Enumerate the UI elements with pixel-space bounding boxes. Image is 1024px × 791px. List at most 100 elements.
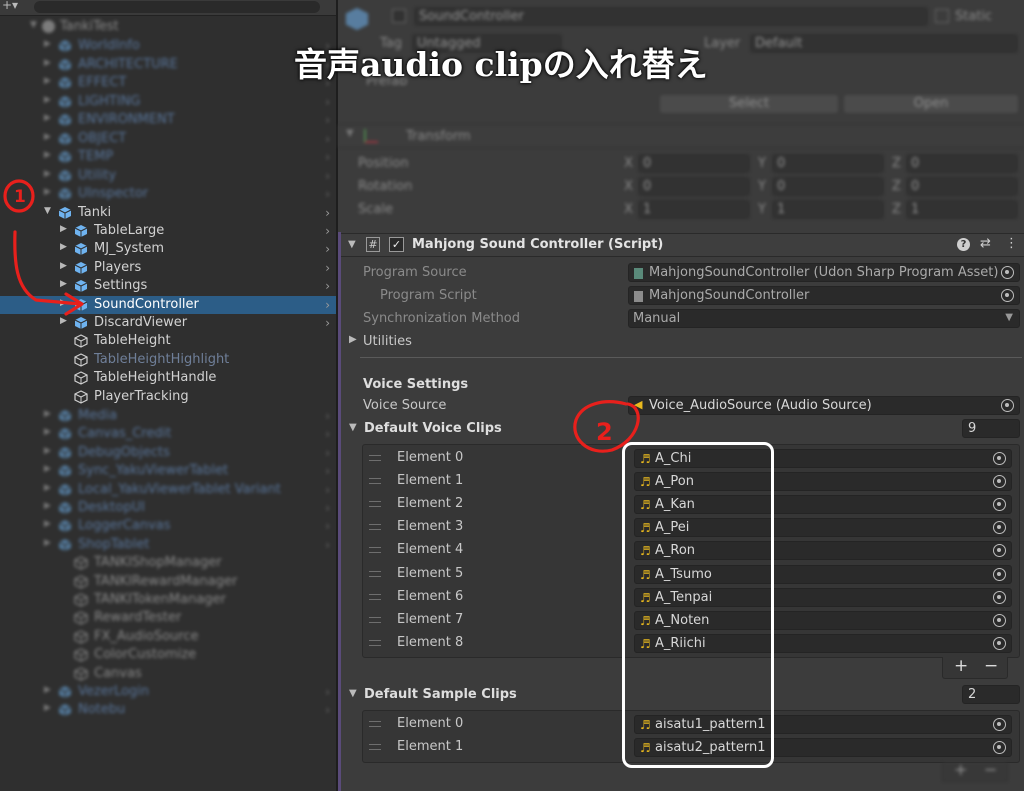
chevron-right-icon[interactable]: › xyxy=(325,501,330,515)
expand-arrow-icon[interactable]: ▶ xyxy=(44,464,54,474)
expand-arrow-icon[interactable]: ▼ xyxy=(44,206,54,216)
search-icon[interactable] xyxy=(34,1,320,13)
hierarchy-item-blurred[interactable]: ▶ TEMP › xyxy=(0,148,336,166)
hierarchy-item-settings[interactable]: ▶ Settings › xyxy=(0,277,336,295)
hierarchy-item-blurred[interactable]: ▶ EFFECT › xyxy=(0,74,336,92)
remove-element-button[interactable]: − xyxy=(984,656,998,676)
drag-handle-icon[interactable] xyxy=(369,616,381,623)
drag-handle-icon[interactable] xyxy=(369,524,381,531)
hierarchy-item-blurred[interactable]: ▶ Utility › xyxy=(0,167,336,185)
chevron-right-icon[interactable]: › xyxy=(325,298,330,312)
chevron-right-icon[interactable]: › xyxy=(325,279,330,293)
hierarchy-item-blurred[interactable]: ▶ LIGHTING › xyxy=(0,93,336,111)
chevron-right-icon[interactable]: › xyxy=(325,150,330,164)
expand-arrow-icon[interactable]: ▶ xyxy=(44,519,54,529)
hierarchy-item-blurred[interactable]: TANKIRewardManager xyxy=(0,573,336,591)
hierarchy-item-blurred[interactable]: ▶ Sync_YakuViewerTablet › xyxy=(0,462,336,480)
hierarchy-item-tablelarge[interactable]: ▶ TableLarge › xyxy=(0,222,336,240)
utilities-arrow-icon[interactable]: ▶ xyxy=(349,334,357,345)
open-button[interactable]: Open xyxy=(844,95,1018,113)
transform-z-field[interactable]: 1 xyxy=(906,200,1018,219)
expand-arrow-icon[interactable]: ▶ xyxy=(44,150,54,160)
transform-y-field[interactable]: 1 xyxy=(772,200,884,219)
expand-arrow-icon[interactable]: ▶ xyxy=(44,58,54,68)
object-picker-icon[interactable] xyxy=(993,636,1006,650)
hierarchy-item-blurred[interactable]: ▶ OBJECT › xyxy=(0,130,336,148)
chevron-right-icon[interactable]: › xyxy=(325,169,330,183)
chevron-right-icon[interactable]: › xyxy=(325,464,330,478)
transform-x-field[interactable]: 0 xyxy=(638,154,750,173)
hierarchy-item-tableheight[interactable]: TableHeight xyxy=(0,332,336,350)
enabled-checkbox[interactable]: ✓ xyxy=(389,237,404,252)
hierarchy-item-tableheighthandle[interactable]: TableHeightHandle xyxy=(0,369,336,387)
drag-handle-icon[interactable] xyxy=(369,570,381,577)
hierarchy-item-blurred[interactable]: ▶ LoggerCanvas › xyxy=(0,517,336,535)
hierarchy-item-blurred[interactable]: ▶ WorldInfo › xyxy=(0,37,336,55)
default-voice-clips-label[interactable]: Default Voice Clips xyxy=(364,421,502,436)
expand-arrow-icon[interactable]: ▶ xyxy=(60,316,70,326)
chevron-right-icon[interactable]: › xyxy=(325,206,330,220)
hierarchy-item-playertracking[interactable]: PlayerTracking xyxy=(0,388,336,406)
object-picker-icon[interactable] xyxy=(993,544,1006,558)
program-source-field[interactable]: MahjongSoundController (Udon Sharp Progr… xyxy=(628,263,1020,282)
chevron-right-icon[interactable]: › xyxy=(325,538,330,552)
sync-method-dropdown[interactable]: Manual ▼ xyxy=(628,309,1020,328)
expand-arrow-icon[interactable]: ▶ xyxy=(44,483,54,493)
hierarchy-item-players[interactable]: ▶ Players › xyxy=(0,259,336,277)
sample-clips-arrow-icon[interactable]: ▼ xyxy=(349,688,357,699)
hierarchy-item-blurred[interactable]: ▶ UInspector › xyxy=(0,185,336,203)
chevron-right-icon[interactable]: › xyxy=(325,95,330,109)
add-element-button[interactable]: + xyxy=(954,760,967,779)
expand-arrow-icon[interactable]: ▶ xyxy=(44,95,54,105)
hierarchy-item-blurred[interactable]: ▶ DebugObjects › xyxy=(0,444,336,462)
hierarchy-item-blurred[interactable]: ▶ ARCHITECTURE › xyxy=(0,56,336,74)
hierarchy-item-mj_system[interactable]: ▶ MJ_System › xyxy=(0,240,336,258)
chevron-right-icon[interactable]: › xyxy=(325,187,330,201)
hierarchy-root-row[interactable]: ▼ TankiTest xyxy=(0,18,336,36)
voice-clips-size-field[interactable]: 9 xyxy=(962,419,1020,438)
voice-source-field[interactable]: ◀ Voice_AudioSource (Audio Source) xyxy=(628,396,1020,415)
kebab-menu-icon[interactable]: ⋮ xyxy=(1005,236,1018,251)
hierarchy-item-blurred[interactable]: ColorCustomize xyxy=(0,646,336,664)
expand-arrow-icon[interactable]: ▶ xyxy=(44,427,54,437)
chevron-right-icon[interactable]: › xyxy=(325,132,330,146)
expand-arrow-icon[interactable]: ▶ xyxy=(44,409,54,419)
sample-clips-size-field[interactable]: 2 xyxy=(962,685,1020,704)
transform-y-field[interactable]: 0 xyxy=(772,154,884,173)
hierarchy-item-tanki[interactable]: ▼ Tanki › xyxy=(0,204,336,222)
default-sample-clips-label[interactable]: Default Sample Clips xyxy=(364,687,517,702)
chevron-right-icon[interactable]: › xyxy=(325,427,330,441)
transform-z-field[interactable]: 0 xyxy=(906,154,1018,173)
expand-arrow-icon[interactable]: ▶ xyxy=(60,298,70,308)
expand-arrow-icon[interactable]: ▶ xyxy=(60,242,70,252)
expand-arrow-icon[interactable]: ▶ xyxy=(44,501,54,511)
chevron-right-icon[interactable]: › xyxy=(325,483,330,497)
expand-arrow-icon[interactable]: ▶ xyxy=(60,279,70,289)
chevron-right-icon[interactable]: › xyxy=(325,703,330,717)
expand-arrow-icon[interactable]: ▶ xyxy=(44,113,54,123)
hierarchy-item-blurred[interactable]: FX_AudioSource xyxy=(0,628,336,646)
object-picker-icon[interactable] xyxy=(993,452,1006,465)
expand-arrow-icon[interactable]: ▶ xyxy=(60,261,70,271)
drag-handle-icon[interactable] xyxy=(369,547,381,554)
object-picker-icon[interactable] xyxy=(993,718,1006,731)
static-checkbox[interactable] xyxy=(935,9,949,23)
expand-arrow-icon[interactable]: ▶ xyxy=(44,703,54,713)
object-picker-icon[interactable] xyxy=(993,475,1006,489)
preset-icon[interactable]: ⇄ xyxy=(980,236,991,251)
hierarchy-item-discardviewer[interactable]: ▶ DiscardViewer › xyxy=(0,314,336,332)
chevron-right-icon[interactable]: › xyxy=(325,519,330,533)
voice-clips-arrow-icon[interactable]: ▼ xyxy=(349,422,357,433)
hierarchy-item-blurred[interactable]: ▶ ENVIRONMENT › xyxy=(0,111,336,129)
chevron-right-icon[interactable]: › xyxy=(325,685,330,699)
transform-x-field[interactable]: 0 xyxy=(638,177,750,196)
drag-handle-icon[interactable] xyxy=(369,501,381,508)
expand-arrow-icon[interactable]: ▶ xyxy=(44,132,54,142)
object-picker-icon[interactable] xyxy=(993,613,1006,627)
expand-arrow-icon[interactable]: ▶ xyxy=(44,76,54,86)
object-picker-icon[interactable] xyxy=(1001,289,1014,302)
expand-arrow-icon[interactable]: ▶ xyxy=(44,187,54,197)
chevron-right-icon[interactable]: › xyxy=(325,316,330,330)
hierarchy-item-blurred[interactable]: Canvas xyxy=(0,665,336,683)
hierarchy-item-blurred[interactable]: TANKITokenManager xyxy=(0,591,336,609)
